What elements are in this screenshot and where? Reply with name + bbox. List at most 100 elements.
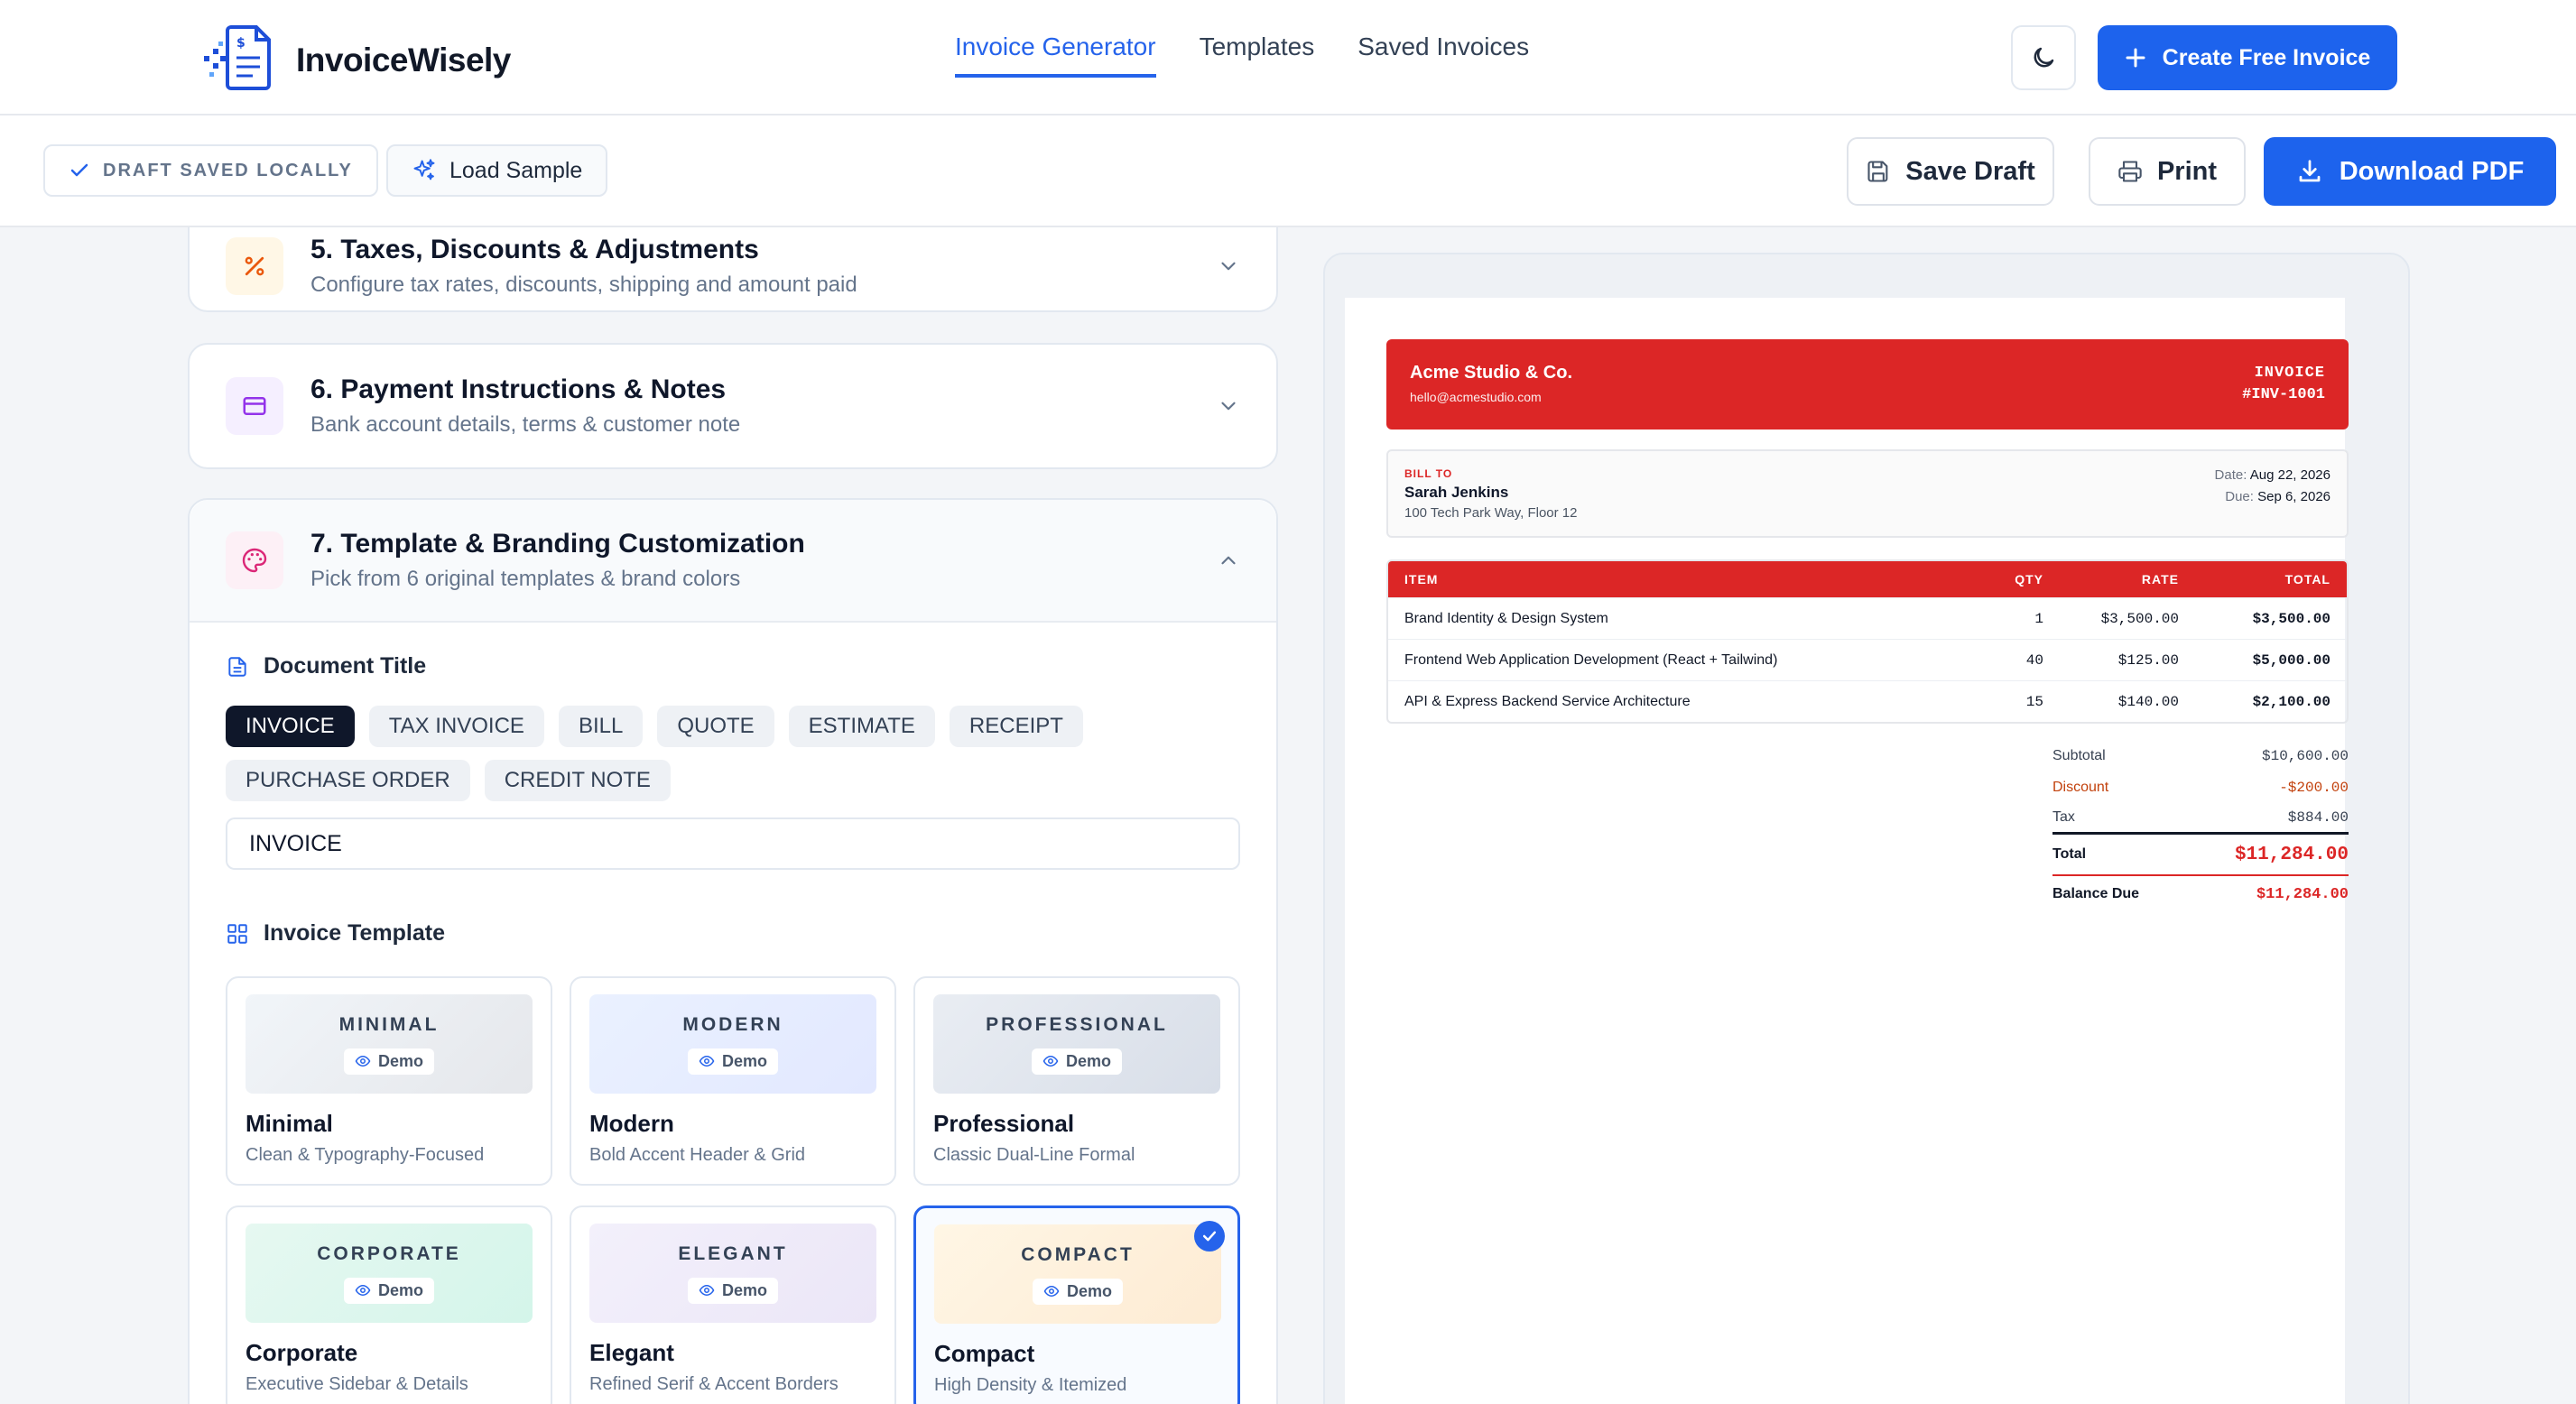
plus-icon: [2126, 48, 2145, 68]
nav-templates[interactable]: Templates: [1200, 32, 1315, 78]
demo-button[interactable]: Demo: [343, 1277, 434, 1304]
demo-button[interactable]: Demo: [1032, 1278, 1123, 1305]
client-name: Sarah Jenkins: [1404, 484, 1509, 501]
theme-toggle-button[interactable]: [2011, 25, 2076, 90]
eye-icon: [699, 1284, 715, 1297]
credit-card-icon: [226, 377, 283, 435]
title-option-estimate[interactable]: ESTIMATE: [788, 706, 935, 747]
chevron-up-icon[interactable]: [1217, 549, 1240, 572]
title-option-receipt[interactable]: RECEIPT: [949, 706, 1083, 747]
table-header: ITEM QTY RATE TOTAL: [1388, 561, 2347, 597]
company-email: hello@acmestudio.com: [1410, 390, 1542, 404]
selected-check-icon: [1194, 1221, 1225, 1252]
percent-icon: [226, 237, 283, 295]
document-title-input[interactable]: [226, 817, 1240, 870]
template-name: Minimal: [246, 1110, 333, 1137]
demo-button[interactable]: Demo: [1031, 1048, 1122, 1075]
printer-icon: [2118, 161, 2142, 182]
print-button[interactable]: Print: [2089, 137, 2246, 206]
title-option-quote[interactable]: QUOTE: [657, 706, 774, 747]
create-invoice-button[interactable]: Create Free Invoice: [2098, 25, 2397, 90]
section-payment-notes[interactable]: 6. Payment Instructions & Notes Bank acc…: [188, 343, 1278, 469]
template-card-modern[interactable]: MODERN Demo Modern Bold Accent Header & …: [570, 976, 896, 1186]
load-sample-button[interactable]: Load Sample: [386, 144, 608, 197]
template-name: Corporate: [246, 1339, 358, 1366]
nav-saved-invoices[interactable]: Saved Invoices: [1357, 32, 1529, 78]
template-thumbnail: CORPORATE Demo: [246, 1224, 533, 1323]
eye-icon: [355, 1284, 371, 1297]
title-option-invoice[interactable]: INVOICE: [226, 706, 355, 747]
save-draft-button[interactable]: Save Draft: [1847, 137, 2054, 206]
demo-button[interactable]: Demo: [687, 1277, 778, 1304]
section-title: 5. Taxes, Discounts & Adjustments: [310, 235, 759, 264]
template-description: Bold Accent Header & Grid: [589, 1145, 806, 1165]
table-row: Brand Identity & Design System 1 $3,500.…: [1388, 597, 2347, 639]
print-label: Print: [2156, 156, 2218, 186]
title-option-credit-note[interactable]: CREDIT NOTE: [484, 760, 671, 801]
title-option-tax-invoice[interactable]: TAX INVOICE: [368, 706, 544, 747]
tax-row: Tax $884.00: [2052, 803, 2349, 835]
template-thumbnail: ELEGANT Demo: [589, 1224, 876, 1323]
invoice-template-label: Invoice Template: [226, 920, 445, 947]
section-title: 6. Payment Instructions & Notes: [310, 374, 727, 404]
section-title: 7. Template & Branding Customization: [310, 529, 805, 559]
subtotal-row: Subtotal $10,600.00: [2052, 747, 2349, 764]
total-row: Total $11,284.00: [2052, 835, 2349, 876]
section-taxes-discounts[interactable]: 5. Taxes, Discounts & Adjustments Config…: [188, 227, 1278, 312]
download-pdf-button[interactable]: Download PDF: [2264, 137, 2556, 206]
totals-block: Subtotal $10,600.00 Discount -$200.00 Tax $…: [2052, 740, 2349, 912]
bill-to-label: BILL TO: [1404, 467, 1453, 480]
editor-panel: 5. Taxes, Discounts & Adjustments Config…: [0, 227, 1300, 1404]
section-subtitle: Configure tax rates, discounts, shipping…: [310, 272, 857, 297]
save-icon: [1867, 161, 1888, 182]
chevron-down-icon[interactable]: [1217, 394, 1240, 418]
main-nav: Invoice Generator Templates Saved Invoic…: [955, 32, 1529, 78]
check-icon: [70, 163, 88, 177]
invoice-date: Date: Aug 22, 2026: [2214, 467, 2330, 483]
section-subtitle: Pick from 6 original templates & brand c…: [310, 567, 741, 591]
document-type: INVOICE: [2254, 365, 2325, 382]
discount-row: Discount -$200.00: [2052, 779, 2349, 796]
template-card-compact[interactable]: COMPACT Demo Compact High Density & Item…: [913, 1205, 1240, 1404]
template-thumbnail: COMPACT Demo: [934, 1224, 1221, 1324]
invoice-due: Due: Sep 6, 2026: [2225, 489, 2330, 504]
template-description: Executive Sidebar & Details: [246, 1374, 468, 1394]
svg-text:$: $: [236, 36, 246, 51]
chevron-down-icon[interactable]: [1217, 254, 1240, 278]
nav-invoice-generator[interactable]: Invoice Generator: [955, 32, 1156, 78]
invoice-number: #INV-1001: [2242, 386, 2325, 403]
section-subtitle: Bank account details, terms & customer n…: [310, 412, 741, 437]
moon-icon: [2034, 47, 2054, 68]
download-pdf-label: Download PDF: [2339, 156, 2525, 186]
document-title-label: Document Title: [226, 653, 426, 679]
eye-icon: [1042, 1055, 1059, 1067]
brand[interactable]: $ InvoiceWisely: [200, 23, 511, 97]
section-header[interactable]: 7. Template & Branding Customization Pic…: [190, 500, 1276, 623]
draft-status-text: DRAFT SAVED LOCALLY: [103, 160, 353, 180]
demo-button[interactable]: Demo: [687, 1048, 778, 1075]
company-name: Acme Studio & Co.: [1410, 363, 1573, 383]
template-card-minimal[interactable]: MINIMAL Demo Minimal Clean & Typography-…: [226, 976, 552, 1186]
eye-icon: [1043, 1285, 1060, 1298]
demo-button[interactable]: Demo: [343, 1048, 434, 1075]
template-name: Elegant: [589, 1339, 674, 1366]
template-card-corporate[interactable]: CORPORATE Demo Corporate Executive Sideb…: [226, 1205, 552, 1404]
eye-icon: [355, 1055, 371, 1067]
template-card-professional[interactable]: PROFESSIONAL Demo Professional Classic D…: [913, 976, 1240, 1186]
brand-name: InvoiceWisely: [296, 41, 511, 79]
table-row: API & Express Backend Service Architectu…: [1388, 680, 2347, 722]
grid-icon: [227, 923, 247, 944]
client-address: 100 Tech Park Way, Floor 12: [1404, 505, 1578, 521]
template-card-elegant[interactable]: ELEGANT Demo Elegant Refined Serif & Acc…: [570, 1205, 896, 1404]
download-icon: [2299, 160, 2321, 182]
balance-due-row: Balance Due $11,284.00: [2052, 885, 2349, 903]
template-thumbnail: MINIMAL Demo: [246, 994, 533, 1094]
template-thumbnail: MODERN Demo: [589, 994, 876, 1094]
title-option-purchase-order[interactable]: PURCHASE ORDER: [226, 760, 470, 801]
bill-to-box: BILL TO Sarah Jenkins 100 Tech Park Way,…: [1386, 449, 2349, 538]
eye-icon: [699, 1055, 715, 1067]
template-thumbnail: PROFESSIONAL Demo: [933, 994, 1220, 1094]
sparkles-icon: [413, 159, 435, 180]
template-description: Clean & Typography-Focused: [246, 1145, 485, 1165]
title-option-bill[interactable]: BILL: [558, 706, 644, 747]
